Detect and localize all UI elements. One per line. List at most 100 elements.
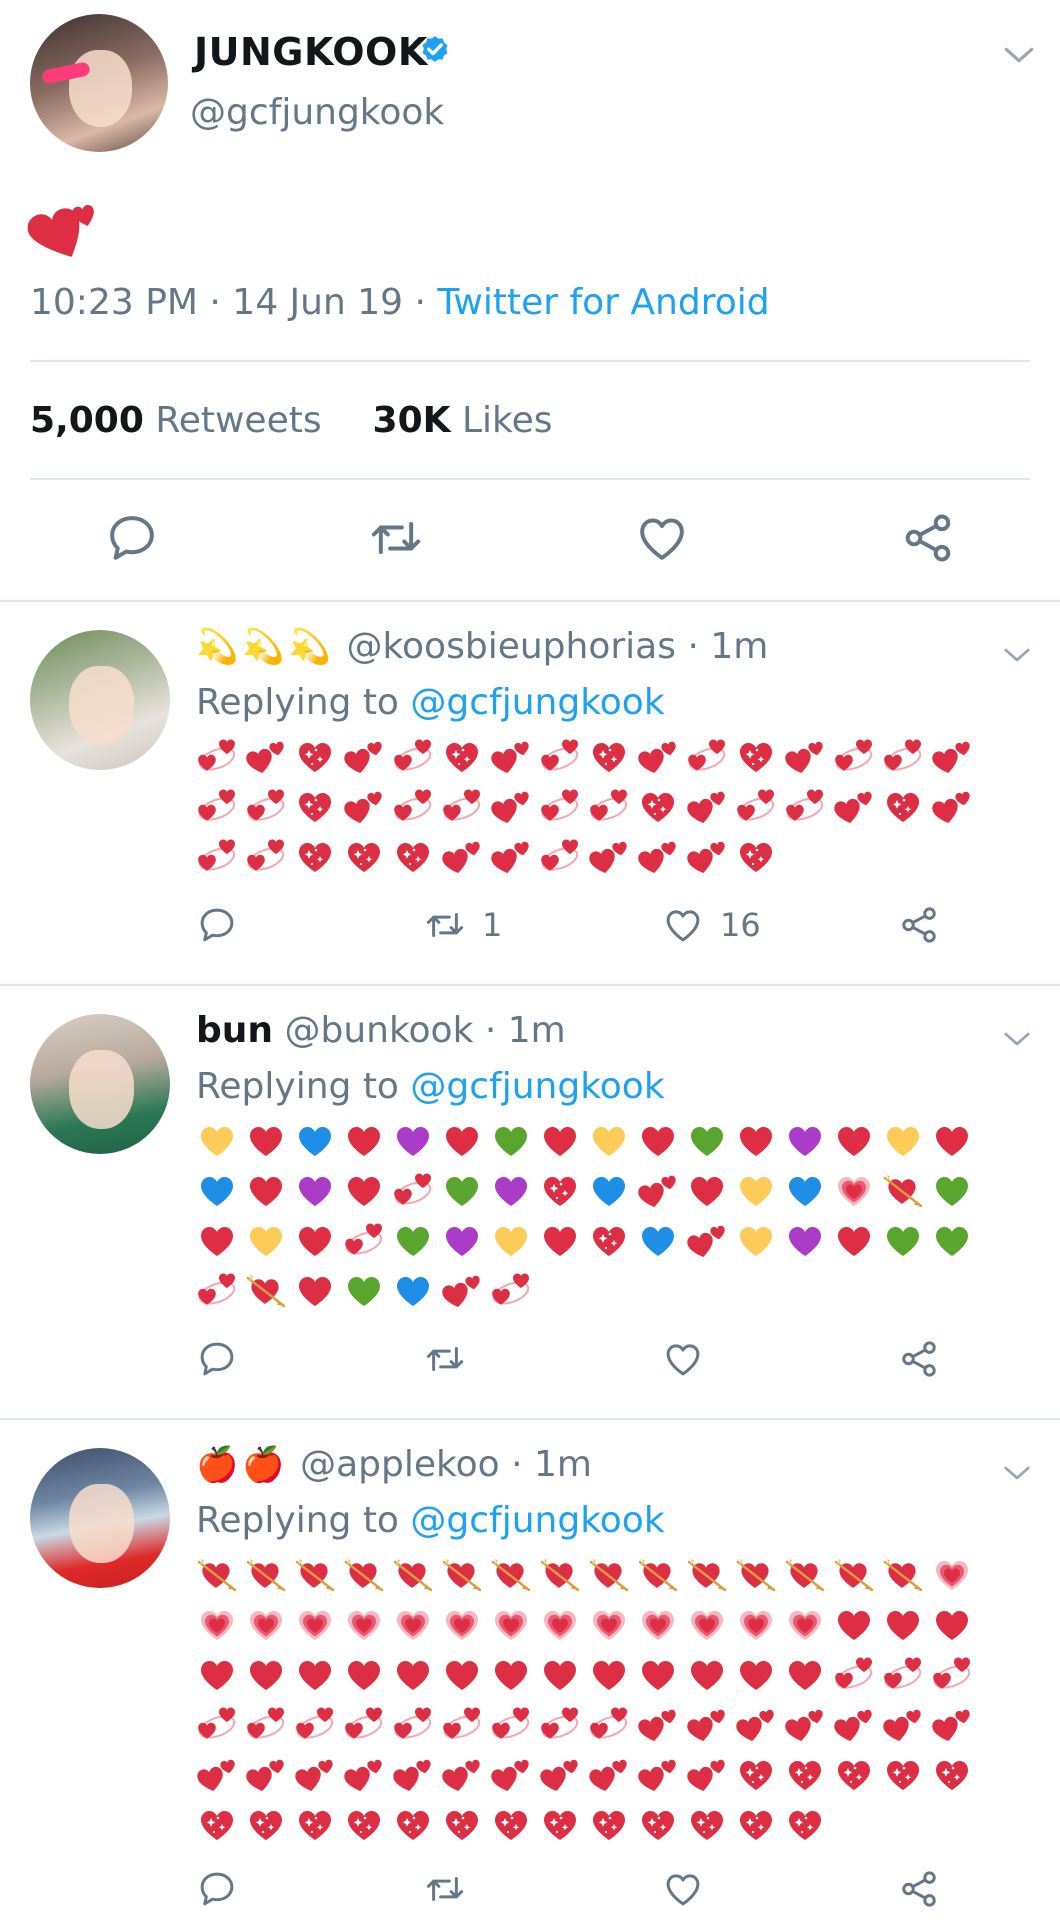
two-heart-icon bbox=[295, 1759, 333, 1791]
arrow-heart-icon bbox=[883, 1559, 923, 1592]
sparkle-heart-icon bbox=[446, 743, 478, 772]
reply-handle[interactable]: @koosbieuphorias bbox=[346, 626, 676, 667]
two-heart-icon bbox=[687, 1225, 725, 1257]
green-heart-icon bbox=[446, 1177, 478, 1206]
share-icon bbox=[902, 1871, 936, 1907]
retweet-button[interactable] bbox=[424, 1338, 482, 1380]
share-icon[interactable] bbox=[900, 510, 956, 566]
author-name[interactable]: JUNGKOOK bbox=[194, 30, 428, 74]
revolving-heart-icon bbox=[394, 1707, 432, 1739]
reply-handle[interactable]: @applekoo bbox=[300, 1444, 500, 1485]
red-heart-icon bbox=[642, 1127, 674, 1156]
reply-header: 💫💫💫 @koosbieuphorias · 1m bbox=[196, 626, 768, 667]
blue-heart-icon bbox=[642, 1227, 674, 1256]
tweet-timestamp: 10:23 PM · 14 Jun 19 · bbox=[30, 282, 438, 323]
share-button[interactable] bbox=[898, 1338, 940, 1380]
red-heart-icon bbox=[299, 1661, 331, 1690]
sparkle-heart-icon bbox=[299, 843, 331, 872]
revolving-heart-icon bbox=[394, 739, 432, 771]
two-heart-icon bbox=[491, 841, 529, 873]
like-icon bbox=[666, 1344, 700, 1376]
like-button[interactable] bbox=[662, 1868, 720, 1910]
reply-avatar[interactable] bbox=[30, 1014, 170, 1154]
retweet-button[interactable] bbox=[424, 1868, 482, 1910]
author-avatar[interactable] bbox=[30, 14, 168, 152]
reply-handle[interactable]: @bunkook bbox=[284, 1010, 473, 1051]
chevron-down-icon[interactable] bbox=[1002, 640, 1032, 670]
revolving-heart-icon bbox=[394, 789, 432, 821]
revolving-heart-icon bbox=[737, 789, 775, 821]
replying-to-handle[interactable]: @gcfjungkook bbox=[410, 1500, 664, 1541]
growing-heart-icon bbox=[299, 1611, 331, 1640]
revolving-heart-icon bbox=[198, 739, 236, 771]
retweet-button[interactable]: 1 bbox=[424, 904, 502, 946]
reply-button[interactable] bbox=[196, 1868, 238, 1910]
red-heart-icon bbox=[348, 1177, 380, 1206]
replying-to-handle[interactable]: @gcfjungkook bbox=[410, 1066, 664, 1107]
reply-actions: 1 16 bbox=[196, 904, 976, 950]
reply-tweet[interactable]: 💫💫💫 @koosbieuphorias · 1m Replying to @g… bbox=[0, 602, 1060, 982]
sparkle-heart-icon bbox=[348, 843, 380, 872]
two-heart-icon bbox=[589, 1759, 627, 1791]
retweets-count: 5,000 bbox=[30, 400, 144, 441]
two-heart-icon bbox=[687, 1759, 725, 1791]
display-name-emoji[interactable]: 🍎🍎 bbox=[196, 1445, 289, 1485]
reply-button[interactable] bbox=[196, 1338, 238, 1380]
revolving-heart-icon bbox=[198, 1707, 236, 1739]
sparkle-heart-icon bbox=[887, 1761, 919, 1790]
blue-heart-icon bbox=[397, 1277, 429, 1306]
two-heart-icon bbox=[932, 741, 970, 773]
reply-author-name[interactable]: bun bbox=[196, 1010, 273, 1051]
reply-button[interactable] bbox=[196, 904, 238, 946]
two-heart-icon bbox=[638, 1709, 676, 1741]
reply-icon[interactable] bbox=[104, 510, 160, 566]
red-heart-icon bbox=[642, 1661, 674, 1690]
retweet-icon[interactable] bbox=[368, 510, 424, 566]
likes-stat[interactable]: 30K Likes bbox=[373, 400, 553, 441]
reply-tweet[interactable]: 🍎🍎 @applekoo · 1m Replying to @gcfjungko… bbox=[0, 1420, 1060, 1920]
reply-tweet[interactable]: bun @bunkook · 1m Replying to @gcfjungko… bbox=[0, 986, 1060, 1416]
tweet-source-link[interactable]: Twitter for Android bbox=[437, 282, 769, 323]
red-heart-icon bbox=[544, 1127, 576, 1156]
green-heart-icon bbox=[691, 1127, 723, 1156]
two-heart-icon bbox=[834, 791, 872, 823]
two-heart-icon bbox=[491, 791, 529, 823]
replying-to-handle[interactable]: @gcfjungkook bbox=[410, 682, 664, 723]
arrow-heart-icon bbox=[246, 1559, 286, 1592]
retweet-icon bbox=[426, 913, 464, 937]
revolving-heart-icon bbox=[541, 1707, 579, 1739]
like-button[interactable] bbox=[662, 1338, 720, 1380]
chevron-down-icon[interactable] bbox=[1002, 1458, 1032, 1488]
arrow-heart-icon bbox=[295, 1559, 335, 1592]
red-heart-icon bbox=[887, 1611, 919, 1640]
chevron-down-icon[interactable] bbox=[1002, 1024, 1032, 1054]
red-heart-icon bbox=[201, 1227, 233, 1256]
divider bbox=[30, 478, 1030, 480]
red-heart-icon bbox=[348, 1661, 380, 1690]
growing-heart-icon bbox=[593, 1611, 625, 1640]
sparkle-heart-icon bbox=[789, 1761, 821, 1790]
author-handle[interactable]: @gcfjungkook bbox=[190, 92, 444, 133]
chevron-down-icon[interactable] bbox=[1002, 38, 1036, 72]
sparkle-heart-icon bbox=[740, 1761, 772, 1790]
red-heart-icon bbox=[593, 1661, 625, 1690]
revolving-heart-icon bbox=[541, 789, 579, 821]
like-icon bbox=[666, 910, 700, 942]
two-heart-icon bbox=[344, 791, 382, 823]
share-button[interactable] bbox=[898, 1868, 940, 1910]
sparkle-heart-icon bbox=[446, 1811, 478, 1840]
revolving-heart-icon bbox=[198, 789, 236, 821]
revolving-heart-icon bbox=[590, 1707, 628, 1739]
revolving-heart-icon bbox=[541, 839, 579, 871]
like-button[interactable]: 16 bbox=[662, 904, 761, 946]
like-icon[interactable] bbox=[634, 510, 690, 566]
blue-heart-icon bbox=[593, 1177, 625, 1206]
display-name-emoji[interactable]: 💫💫💫 bbox=[196, 627, 335, 667]
sparkle-heart-icon bbox=[740, 1811, 772, 1840]
reply-avatar[interactable] bbox=[30, 630, 170, 770]
share-button[interactable] bbox=[898, 904, 940, 946]
sparkle-heart-icon bbox=[397, 843, 429, 872]
retweets-stat[interactable]: 5,000 Retweets bbox=[30, 400, 322, 441]
reply-avatar[interactable] bbox=[30, 1448, 170, 1588]
revolving-heart-icon bbox=[492, 1707, 530, 1739]
